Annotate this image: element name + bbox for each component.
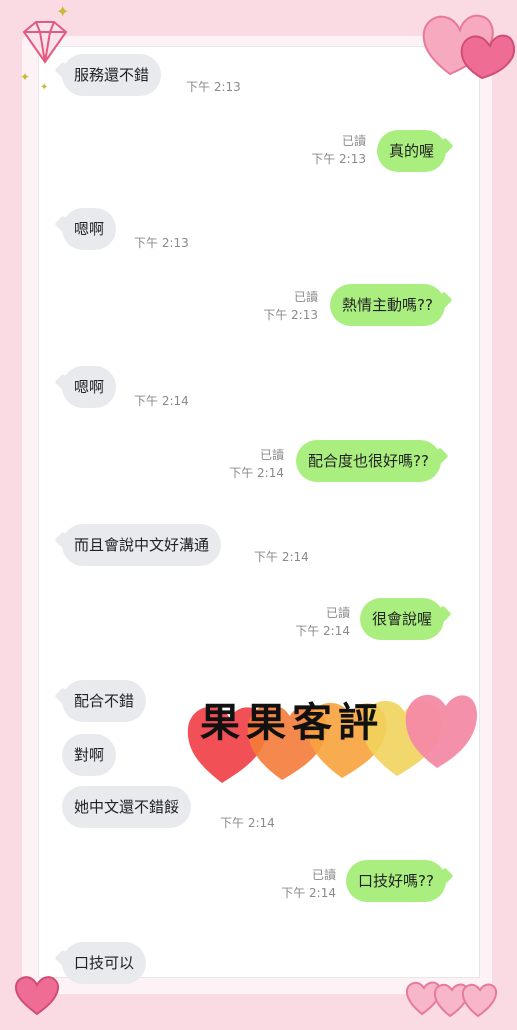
heart-icon bbox=[14, 976, 60, 1016]
message-meta: 已讀 下午 2:13 bbox=[300, 132, 366, 168]
message-bubble-left[interactable]: 配合不錯 bbox=[62, 680, 147, 722]
message-time: 下午 2:14 bbox=[134, 394, 189, 408]
stamp-text: 果果客評 bbox=[200, 699, 384, 746]
sparkle-icon: ✦ bbox=[20, 70, 31, 84]
message-bubble-left[interactable]: 而且會說中文好溝通 bbox=[62, 524, 222, 566]
message-bubble-left[interactable]: 她中文還不錯餒 bbox=[62, 786, 192, 828]
message-time: 下午 2:14 bbox=[295, 624, 350, 638]
message-time: 下午 2:13 bbox=[263, 308, 318, 322]
sparkle-icon: ✦ bbox=[40, 82, 49, 93]
message-time: 下午 2:13 bbox=[134, 236, 189, 250]
message-meta: 已讀 下午 2:13 bbox=[252, 288, 318, 324]
message-meta: 已讀 下午 2:14 bbox=[218, 446, 284, 482]
message-time: 下午 2:13 bbox=[311, 152, 366, 166]
read-receipt: 已讀 bbox=[341, 134, 366, 148]
read-receipt: 已讀 bbox=[325, 606, 350, 620]
message-meta: 已讀 下午 2:14 bbox=[284, 604, 350, 640]
message-bubble-left[interactable]: 服務還不錯 bbox=[62, 54, 162, 96]
message-bubble-right[interactable]: 口技好嗎?? bbox=[346, 860, 446, 902]
message-time: 下午 2:14 bbox=[254, 550, 309, 564]
message-bubble-left[interactable]: 嗯啊 bbox=[62, 208, 117, 250]
message-bubble-right[interactable]: 很會說喔 bbox=[360, 598, 445, 640]
inner-frame bbox=[38, 46, 480, 978]
message-bubble-left[interactable]: 嗯啊 bbox=[62, 366, 117, 408]
message-bubble-right[interactable]: 熱情主動嗎?? bbox=[330, 284, 445, 326]
message-bubble-left[interactable]: 對啊 bbox=[62, 734, 117, 776]
message-time: 下午 2:14 bbox=[220, 816, 275, 830]
sparkle-icon: ✦ bbox=[56, 2, 70, 21]
message-meta: 已讀 下午 2:14 bbox=[270, 866, 336, 902]
read-receipt: 已讀 bbox=[293, 290, 318, 304]
heart-icon bbox=[405, 981, 498, 1018]
read-receipt: 已讀 bbox=[311, 868, 336, 882]
message-time: 下午 2:14 bbox=[281, 886, 336, 900]
message-bubble-left[interactable]: 口技可以 bbox=[62, 942, 147, 984]
message-bubble-right[interactable]: 真的喔 bbox=[377, 130, 447, 172]
message-time: 下午 2:13 bbox=[186, 80, 241, 94]
heart-icon bbox=[422, 14, 515, 80]
message-time: 下午 2:14 bbox=[229, 466, 284, 480]
read-receipt: 已讀 bbox=[259, 448, 284, 462]
message-bubble-right[interactable]: 配合度也很好嗎?? bbox=[296, 440, 441, 482]
